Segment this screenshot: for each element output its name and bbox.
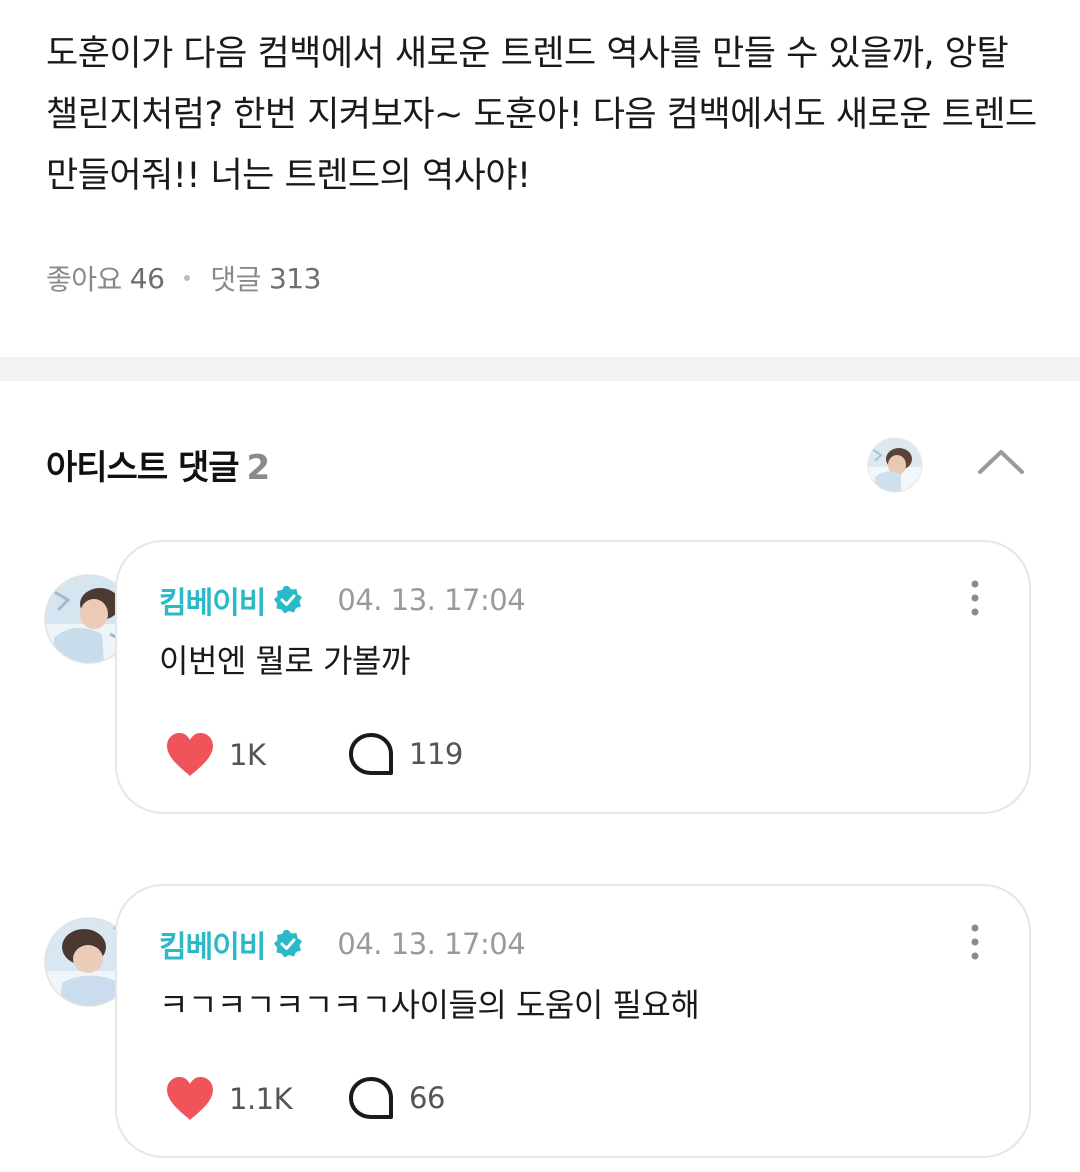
more-vertical-icon[interactable] xyxy=(965,922,985,962)
chevron-up-icon[interactable] xyxy=(974,442,1028,482)
comment-header: 킴베이비 04. 13. 17:04 xyxy=(159,922,526,966)
comment-card: 킴베이비 04. 13. 17:04 이번엔 뭘로 가볼까 1K 119 xyxy=(115,540,1031,814)
verified-badge-icon xyxy=(274,586,303,614)
artist-comments-count: 2 xyxy=(246,448,271,488)
comment-text: 이번엔 뭘로 가볼까 xyxy=(159,642,410,680)
like-count: 1K xyxy=(229,738,266,772)
heart-icon xyxy=(167,733,213,776)
comments-count: 313 xyxy=(268,261,321,295)
reply-bubble-icon xyxy=(349,1077,393,1119)
reply-count: 66 xyxy=(409,1081,445,1115)
reply-count: 119 xyxy=(409,737,463,771)
header-avatar[interactable] xyxy=(867,437,923,493)
comment-author[interactable]: 킴베이비 xyxy=(159,922,266,966)
comment-text: ㅋㄱㅋㄱㅋㄱㅋㄱ사이들의 도움이 필요해 xyxy=(159,986,700,1024)
artist-comments-header: 아티스트 댓글 2 xyxy=(46,440,271,489)
like-button[interactable]: 1.1K xyxy=(165,1076,293,1122)
post-stats: 좋아요 46 댓글 313 xyxy=(46,258,321,298)
artist-comments-title: 아티스트 댓글 xyxy=(46,448,240,488)
comment-timestamp: 04. 13. 17:04 xyxy=(337,927,526,961)
more-vertical-icon[interactable] xyxy=(965,578,985,618)
separator-dot xyxy=(184,275,191,281)
comment-actions: 1.1K 66 xyxy=(165,1076,445,1122)
likes-count: 46 xyxy=(129,261,165,295)
reply-button[interactable]: 66 xyxy=(347,1076,445,1120)
like-count: 1.1K xyxy=(229,1082,293,1116)
comment-card: 킴베이비 04. 13. 17:04 ㅋㄱㅋㄱㅋㄱㅋㄱ사이들의 도움이 필요해 … xyxy=(115,884,1031,1158)
comment-actions: 1K 119 xyxy=(165,732,463,778)
comment-timestamp: 04. 13. 17:04 xyxy=(337,583,526,617)
comment-header: 킴베이비 04. 13. 17:04 xyxy=(159,578,526,622)
comments-label: 댓글 xyxy=(210,263,261,296)
section-divider xyxy=(0,357,1080,381)
likes-label: 좋아요 xyxy=(46,263,122,296)
post-body-text: 도훈이가 다음 컴백에서 새로운 트렌드 역사를 만들 수 있을까, 앙탈 챌린… xyxy=(46,34,1037,196)
like-button[interactable]: 1K xyxy=(165,732,266,778)
verified-badge-icon xyxy=(274,930,303,958)
reply-bubble-icon xyxy=(349,733,393,775)
comment-author[interactable]: 킴베이비 xyxy=(159,578,266,622)
heart-icon xyxy=(167,1077,213,1120)
reply-button[interactable]: 119 xyxy=(347,732,463,776)
